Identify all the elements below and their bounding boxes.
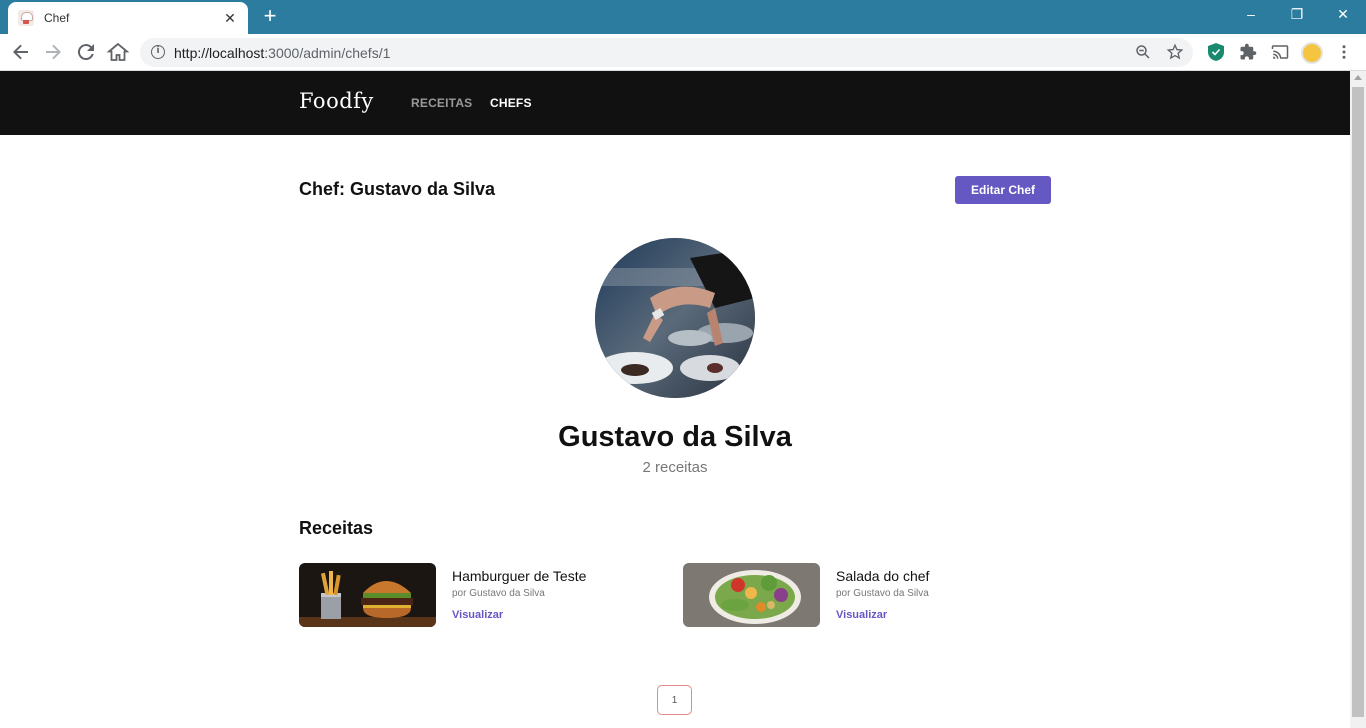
recipe-thumbnail: [683, 563, 820, 627]
recipe-title: Salada do chef: [836, 568, 930, 584]
reload-icon[interactable]: [74, 40, 98, 64]
recipe-title: Hamburguer de Teste: [452, 568, 587, 584]
cast-icon[interactable]: [1270, 43, 1290, 63]
page-content: Foodfy RECEITAS CHEFS Chef: Gustavo da S…: [0, 71, 1350, 728]
shield-extension-icon[interactable]: [1206, 43, 1226, 63]
minimize-button[interactable]: –: [1228, 0, 1274, 30]
chef-name: Gustavo da Silva: [558, 421, 792, 453]
info-icon[interactable]: i: [151, 45, 165, 59]
forward-icon[interactable]: [41, 40, 65, 64]
tab-title: Chef: [44, 11, 70, 25]
pagination-page-1[interactable]: 1: [657, 685, 692, 715]
bookmark-star-icon[interactable]: [1165, 43, 1185, 63]
profile-avatar[interactable]: [1301, 42, 1323, 64]
browser-tabbar: Chef ✕ + – ❐ ✕: [0, 0, 1366, 34]
view-recipe-link[interactable]: Visualizar: [452, 609, 503, 621]
close-window-button[interactable]: ✕: [1320, 0, 1366, 30]
recipes-section-title: Receitas: [299, 518, 374, 538]
extensions-puzzle-icon[interactable]: [1238, 43, 1258, 63]
chef-recipe-count: 2 receitas: [642, 459, 708, 476]
nav-link-receitas[interactable]: RECEITAS: [411, 96, 472, 110]
restore-button[interactable]: ❐: [1274, 0, 1320, 30]
browser-tab[interactable]: Chef ✕: [8, 2, 248, 34]
browser-toolbar: i http://localhost:3000/admin/chefs/1: [0, 34, 1366, 71]
recipe-author: por Gustavo da Silva: [452, 588, 545, 599]
chef-avatar-photo: [595, 238, 755, 398]
chef-favicon-icon: [18, 10, 34, 26]
site-header: Foodfy RECEITAS CHEFS: [0, 71, 1350, 135]
view-recipe-link[interactable]: Visualizar: [836, 609, 887, 621]
scrollbar-thumb[interactable]: [1352, 87, 1364, 717]
page-scrollbar[interactable]: [1350, 71, 1366, 728]
edit-chef-button[interactable]: Editar Chef: [955, 176, 1051, 204]
recipe-card[interactable]: Hamburguer de Teste por Gustavo da Silva…: [299, 563, 659, 627]
zoom-icon[interactable]: [1133, 43, 1153, 63]
close-tab-icon[interactable]: ✕: [222, 10, 238, 27]
scroll-up-arrow-icon[interactable]: [1354, 75, 1362, 80]
address-bar[interactable]: i http://localhost:3000/admin/chefs/1: [140, 38, 1193, 67]
site-logo[interactable]: Foodfy: [299, 89, 374, 113]
menu-kebab-icon[interactable]: [1334, 43, 1354, 63]
nav-link-chefs[interactable]: CHEFS: [490, 96, 532, 110]
recipe-thumbnail: [299, 563, 436, 627]
page-title: Chef: Gustavo da Silva: [299, 179, 496, 199]
home-icon[interactable]: [106, 40, 130, 64]
back-icon[interactable]: [9, 40, 33, 64]
url-text[interactable]: http://localhost:3000/admin/chefs/1: [174, 45, 390, 61]
new-tab-button[interactable]: +: [258, 5, 282, 29]
recipe-author: por Gustavo da Silva: [836, 588, 929, 599]
recipe-card[interactable]: Salada do chef por Gustavo da Silva Visu…: [683, 563, 1043, 627]
